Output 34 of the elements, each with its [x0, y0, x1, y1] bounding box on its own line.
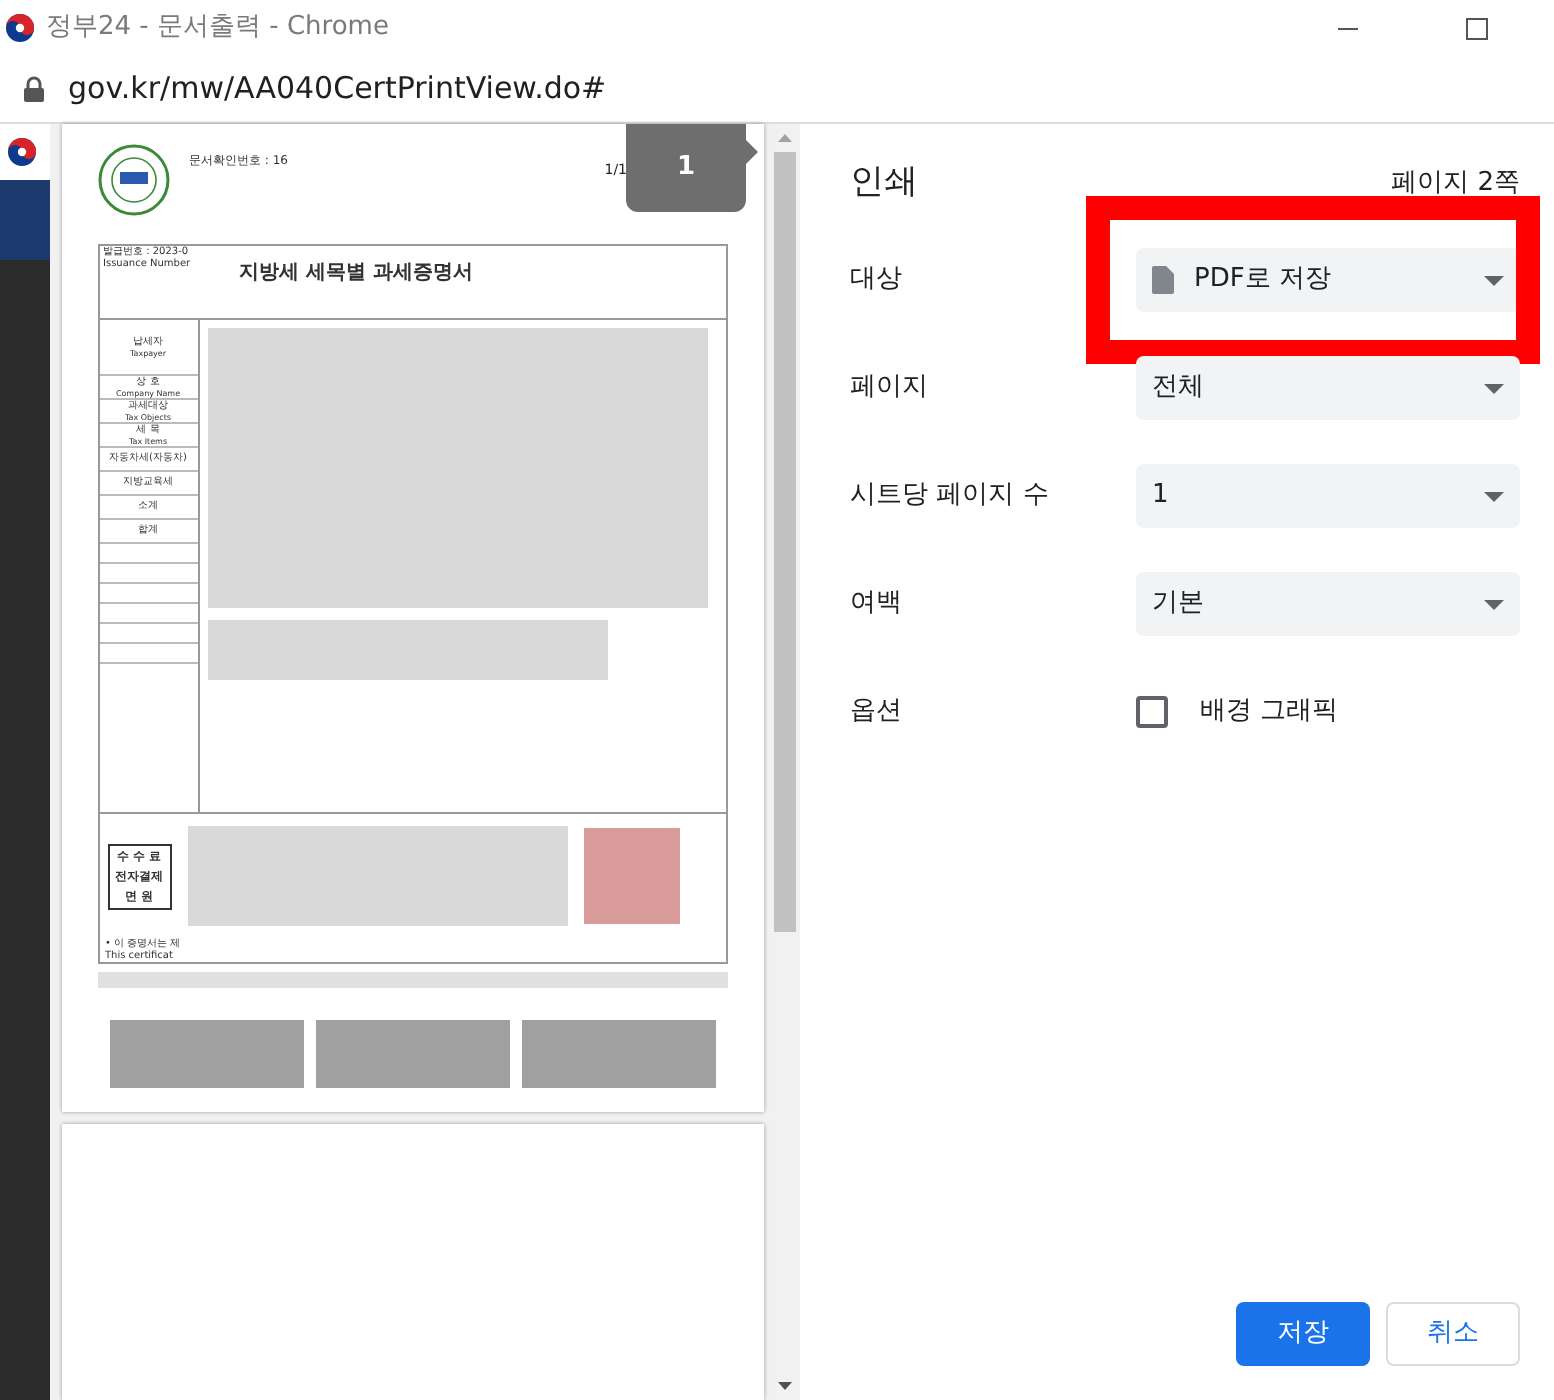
print-title: 인쇄	[850, 160, 918, 207]
settings-dropdown[interactable]: 1	[1136, 464, 1520, 528]
lock-icon	[24, 76, 44, 102]
dropdown-caret-icon	[1484, 275, 1504, 285]
taegeuk-logo-icon	[8, 138, 36, 166]
dropdown-caret-icon	[1484, 491, 1504, 501]
cancel-button[interactable]: 취소	[1386, 1302, 1520, 1366]
checkbox-label: 배경 그래픽	[1200, 694, 1339, 731]
settings-dropdown[interactable]: 기본	[1136, 572, 1520, 636]
setting-label: 여백	[850, 586, 904, 623]
checkbox[interactable]	[1136, 696, 1168, 728]
official-seal-block	[583, 828, 679, 924]
certificate-title: 지방세 세목별 과세증명서	[239, 260, 473, 288]
page-count: 페이지 2쪽	[1391, 166, 1520, 203]
save-button[interactable]: 저장	[1236, 1302, 1370, 1366]
setting-label: 시트당 페이지 수	[850, 478, 1051, 515]
settings-dropdown[interactable]: PDF로 저장	[1136, 248, 1520, 312]
page-number-badge: 1	[626, 124, 746, 212]
dropdown-caret-icon	[1484, 599, 1504, 609]
pointer-arrow-icon	[746, 140, 758, 164]
minimize-icon[interactable]	[1338, 27, 1358, 29]
url-text[interactable]: gov.kr/mw/AA040CertPrintView.do#	[68, 66, 607, 112]
settings-dropdown[interactable]: 전체	[1136, 356, 1520, 420]
document-icon	[1152, 266, 1174, 294]
authentication-seal-icon	[97, 144, 169, 216]
maximize-icon[interactable]	[1466, 17, 1488, 39]
window-title: 정부24 - 문서출력 - Chrome	[46, 10, 389, 47]
dropdown-caret-icon	[1484, 383, 1504, 393]
taegeuk-logo-icon	[6, 14, 34, 42]
setting-label: 페이지	[850, 370, 930, 407]
setting-label: 대상	[850, 262, 904, 299]
page-sidebar-strip	[0, 180, 50, 260]
setting-label: 옵션	[850, 694, 904, 731]
scroll-down-icon[interactable]	[778, 1382, 792, 1390]
